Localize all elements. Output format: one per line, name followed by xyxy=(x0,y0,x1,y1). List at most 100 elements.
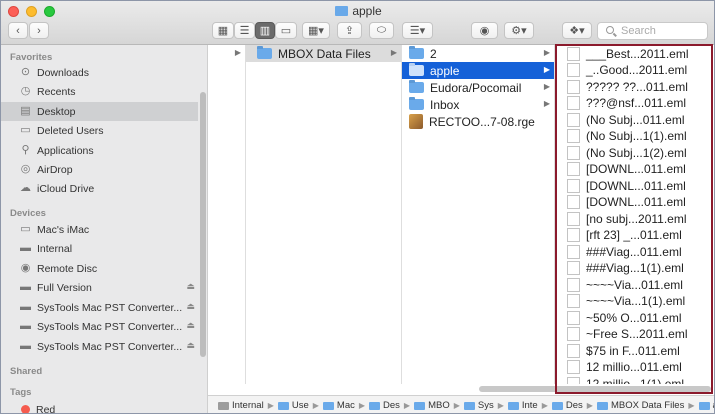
sidebar-header-devices: Devices xyxy=(10,208,46,219)
path-segment[interactable]: Inte xyxy=(507,400,538,411)
path-segment[interactable]: Sys xyxy=(463,400,494,411)
folder-icon xyxy=(507,401,519,410)
list-view-button[interactable]: ☰ xyxy=(234,22,255,39)
red-tag-icon xyxy=(21,405,30,413)
path-segment[interactable]: Des xyxy=(369,400,400,411)
sidebar-item-deleted-users[interactable]: ▭ Deleted Users xyxy=(1,121,198,140)
group-icon: ▦▾ xyxy=(308,25,324,37)
eml-file-row[interactable]: _..Good...2011.eml xyxy=(555,62,714,79)
folder-row-eudora[interactable]: Eudora/Pocomail ▶ xyxy=(402,79,554,96)
eml-file-row[interactable]: ~Free S...2011.eml xyxy=(555,326,714,343)
eml-file-row[interactable]: [DOWNL...011.eml xyxy=(555,177,714,194)
path-segment[interactable]: Use xyxy=(277,400,309,411)
path-segment[interactable]: MBO xyxy=(414,400,450,411)
eml-file-row[interactable]: $75 in F...011.eml xyxy=(555,342,714,359)
eject-icon[interactable]: ⏏ xyxy=(186,301,195,312)
dropbox-icon: ❖▾ xyxy=(569,25,585,37)
columns-icon: ▥ xyxy=(259,25,271,37)
eml-file-row[interactable]: [no subj...2011.eml xyxy=(555,210,714,227)
sidebar: Favorites ⊙ Downloads ◷ Recents ▤ Desktop ▭… xyxy=(1,45,208,413)
eml-file-row[interactable]: (No Subj...011.eml xyxy=(555,111,714,128)
eml-file-row[interactable]: ___Best...2011.eml xyxy=(555,45,714,62)
dropbox-button[interactable]: ❖▾ xyxy=(562,22,592,39)
column-row[interactable]: ▶ xyxy=(208,45,245,62)
eml-file-row[interactable]: ~~~~Via...011.eml xyxy=(555,276,714,293)
horizontal-scrollbar[interactable] xyxy=(479,386,711,392)
eml-file-row[interactable]: 12 millio...1(1).eml xyxy=(555,375,714,385)
eml-file-row[interactable]: ????? ??...011.eml xyxy=(555,78,714,95)
path-separator-icon: ▶ xyxy=(586,401,593,410)
eml-file-icon xyxy=(567,360,580,374)
sidebar-item-tag-red[interactable]: Red xyxy=(1,400,198,413)
path-segment[interactable]: Mac xyxy=(322,400,355,411)
column-view-button[interactable]: ▥ xyxy=(255,22,275,39)
sidebar-item-systools-3[interactable]: ▬ SysTools Mac PST Converter... ⏏ xyxy=(1,337,198,356)
tag-button[interactable]: ⬭ xyxy=(369,22,394,39)
eml-file-icon xyxy=(567,261,580,275)
path-segment-label: Inte xyxy=(521,400,538,411)
sidebar-scrollbar[interactable] xyxy=(200,92,206,357)
eml-file-name: ????? ??...011.eml xyxy=(586,79,688,94)
path-segment[interactable]: apple xyxy=(698,400,714,411)
eml-file-row[interactable]: [rft 23] _...011.eml xyxy=(555,227,714,244)
eml-file-row[interactable]: ###Viag...1(1).eml xyxy=(555,260,714,277)
quick-look-button[interactable]: ◉ xyxy=(471,22,498,39)
folder-row-apple[interactable]: apple ▶ xyxy=(402,62,554,79)
sidebar-item-systools-2[interactable]: ▬ SysTools Mac PST Converter... ⏏ xyxy=(1,317,198,336)
eml-file-name: 12 millio...1(1).eml xyxy=(586,376,685,385)
eml-file-row[interactable]: ~50% O...011.eml xyxy=(555,309,714,326)
sidebar-item-systools-1[interactable]: ▬ SysTools Mac PST Converter... ⏏ xyxy=(1,298,198,317)
disk-icon: ▬ xyxy=(20,320,31,332)
sidebar-item-applications[interactable]: ⚲ Applications xyxy=(1,141,198,160)
forward-button[interactable]: › xyxy=(29,22,49,39)
sidebar-item-downloads[interactable]: ⊙ Downloads xyxy=(1,63,198,82)
path-segment[interactable]: Internal xyxy=(218,400,264,411)
eml-file-row[interactable]: ???@nsf...011.eml xyxy=(555,95,714,112)
gallery-view-button[interactable]: ▭ xyxy=(275,22,297,39)
eml-file-row[interactable]: [DOWNL...011.eml xyxy=(555,161,714,178)
eject-icon[interactable]: ⏏ xyxy=(186,281,195,292)
sidebar-item-internal[interactable]: ▬ Internal xyxy=(1,239,198,258)
sidebar-header-shared: Shared xyxy=(10,366,43,377)
eml-file-row[interactable]: ###Viag...011.eml xyxy=(555,243,714,260)
sidebar-item-recents[interactable]: ◷ Recents xyxy=(1,82,198,101)
sidebar-item-desktop[interactable]: ▤ Desktop xyxy=(1,102,198,121)
share-button[interactable]: ⇪ xyxy=(337,22,362,39)
group-button[interactable]: ▦▾ xyxy=(302,22,330,39)
sidebar-item-macs-imac[interactable]: ▭ Mac's iMac xyxy=(1,220,198,239)
folder-row-2[interactable]: 2 ▶ xyxy=(402,45,554,62)
eml-file-icon xyxy=(567,63,580,77)
arrange-button[interactable]: ☰▾ xyxy=(402,22,433,39)
sidebar-item-remote-disc[interactable]: ◉ Remote Disc xyxy=(1,259,198,278)
eml-file-name: [DOWNL...011.eml xyxy=(586,178,686,193)
eml-file-row[interactable]: ~~~~Via...1(1).eml xyxy=(555,293,714,310)
sidebar-item-icloud-drive[interactable]: ☁ iCloud Drive xyxy=(1,179,198,198)
column-3: 2 ▶ apple ▶ Eudora/Pocomail ▶ Inbox ▶ RECTOO… xyxy=(402,45,555,384)
eml-file-row[interactable]: (No Subj...1(1).eml xyxy=(555,128,714,145)
action-button[interactable]: ⚙▾ xyxy=(504,22,534,39)
path-segment-label: Use xyxy=(291,400,309,411)
sidebar-item-airdrop[interactable]: ◎ AirDrop xyxy=(1,160,198,179)
icon-view-button[interactable]: ▦ xyxy=(212,22,234,39)
folder-icon xyxy=(698,401,710,410)
eml-file-row[interactable]: (No Subj...1(2).eml xyxy=(555,144,714,161)
eml-file-row[interactable]: 12 millio...011.eml xyxy=(555,359,714,376)
path-separator-icon: ▶ xyxy=(453,401,460,410)
path-segment[interactable]: MBOX Data Files xyxy=(596,400,684,411)
eject-icon[interactable]: ⏏ xyxy=(186,340,195,351)
folder-icon: ▭ xyxy=(20,124,31,136)
sidebar-item-full-version[interactable]: ▬ Full Version ⏏ xyxy=(1,278,198,297)
arrange-icon: ☰▾ xyxy=(409,25,426,37)
eject-icon[interactable]: ⏏ xyxy=(186,320,195,331)
eml-file-icon xyxy=(567,195,580,209)
grid-icon: ▦ xyxy=(217,25,229,37)
back-button[interactable]: ‹ xyxy=(8,22,28,39)
eml-file-icon xyxy=(567,244,580,259)
file-row-rectoo[interactable]: RECTOO...7-08.rge xyxy=(402,113,554,130)
share-icon: ⇪ xyxy=(344,25,355,37)
search-input[interactable]: Search xyxy=(597,22,708,40)
path-segment[interactable]: Des xyxy=(551,400,583,411)
folder-row-inbox[interactable]: Inbox ▶ xyxy=(402,96,554,113)
eml-file-row[interactable]: [DOWNL...011.eml xyxy=(555,194,714,211)
folder-row-mbox-data-files[interactable]: MBOX Data Files ▶ xyxy=(246,45,401,62)
